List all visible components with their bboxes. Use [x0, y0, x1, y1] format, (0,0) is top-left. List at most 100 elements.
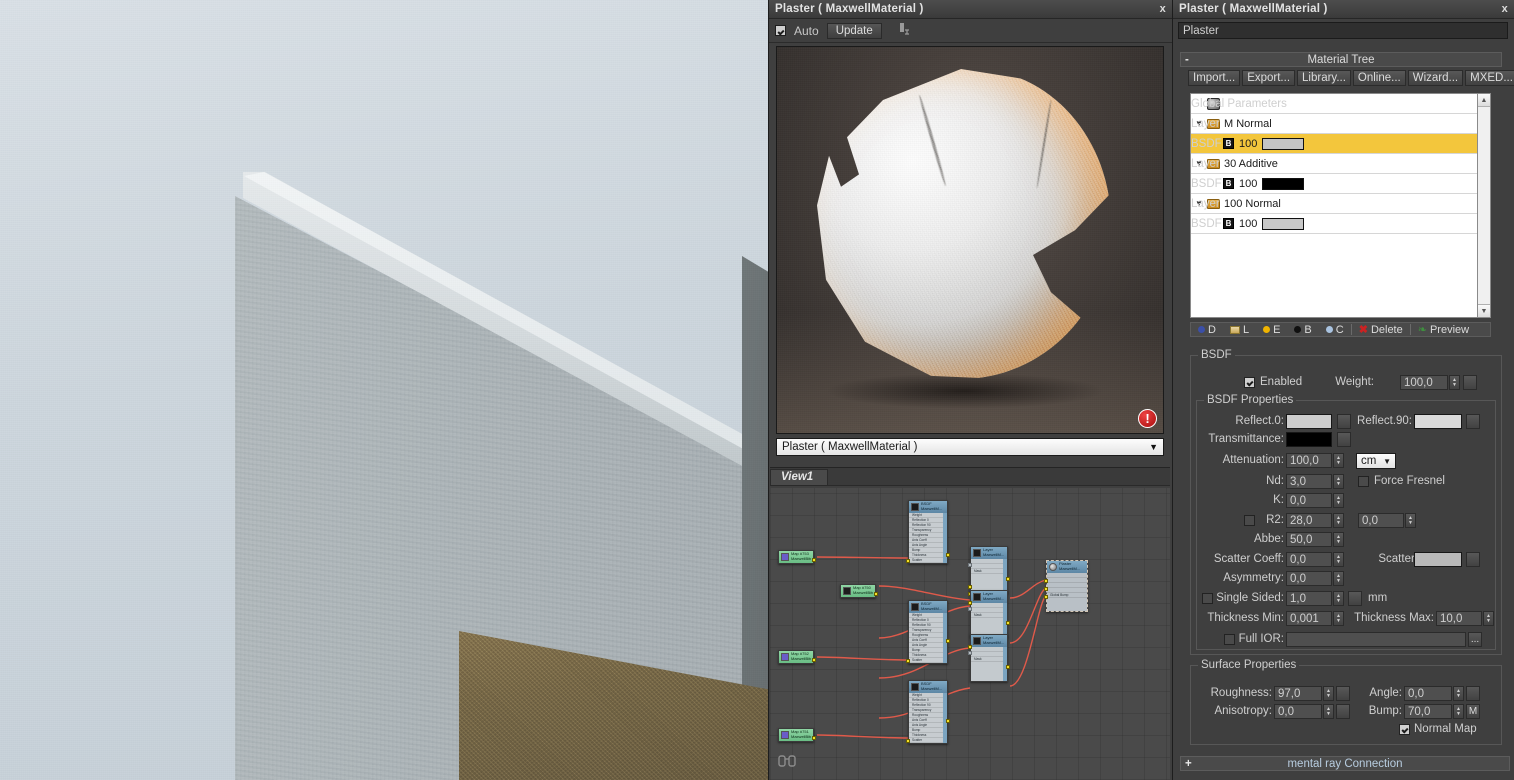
- scatter-swatch[interactable]: [1414, 552, 1462, 567]
- roughness-input[interactable]: 97,0: [1274, 686, 1322, 701]
- tree-row-layer-2[interactable]: ▼ Layer 30 Additive: [1191, 154, 1477, 174]
- node-input-port-bump[interactable]: [906, 739, 910, 743]
- tree-row-swatch[interactable]: [1262, 177, 1305, 190]
- node-output-port[interactable]: [1006, 621, 1010, 625]
- node-map[interactable]: Map #753MaxwellBitmap: [778, 550, 816, 564]
- transmittance-swatch[interactable]: [1286, 432, 1332, 447]
- legend-d[interactable]: D: [1191, 324, 1223, 336]
- node-input-port-a[interactable]: [968, 601, 972, 605]
- roughness-map-button[interactable]: [1336, 686, 1350, 701]
- node-input-port-3[interactable]: [1044, 595, 1048, 599]
- attenuation-unit-select[interactable]: cm ▼: [1356, 453, 1396, 469]
- reflect90-swatch[interactable]: [1414, 414, 1462, 429]
- abbe-input[interactable]: 50,0: [1286, 532, 1332, 547]
- force-fresnel-checkbox[interactable]: [1358, 476, 1369, 487]
- material-tree-rollup-header[interactable]: - Material Tree: [1180, 52, 1502, 67]
- tree-row-swatch[interactable]: [1262, 217, 1305, 230]
- material-tree-scrollbar[interactable]: ▲ ▼: [1478, 93, 1491, 318]
- node-layer[interactable]: Layer MaxwellM... Mask: [968, 546, 1010, 596]
- node-map[interactable]: Map #750MaxwellBitmap: [840, 584, 878, 598]
- k-spinner[interactable]: ▲ ▼: [1333, 493, 1344, 508]
- node-bsdf[interactable]: BSDF MaxwellM... Weight Reflection 0 Refl…: [906, 600, 950, 664]
- wizard-button[interactable]: Wizard...: [1407, 70, 1464, 86]
- export-button[interactable]: Export...: [1242, 70, 1296, 86]
- node-input-port[interactable]: [968, 651, 972, 655]
- scatter-map-button[interactable]: [1466, 552, 1480, 567]
- close-icon[interactable]: x: [1160, 3, 1166, 15]
- update-button[interactable]: Update: [826, 22, 882, 39]
- node-output-port[interactable]: [946, 639, 950, 643]
- node-input-port[interactable]: [968, 563, 972, 567]
- binoculars-icon[interactable]: [778, 754, 796, 768]
- bump-spinner[interactable]: ▲ ▼: [1453, 704, 1464, 719]
- node-material-output[interactable]: Plaster MaxwellM... Global Bump: [1044, 560, 1088, 612]
- r2-checkbox[interactable]: [1244, 515, 1255, 526]
- node-map[interactable]: Map #752MaxwellBitmap: [778, 650, 816, 664]
- nd-spinner[interactable]: ▲ ▼: [1333, 474, 1344, 489]
- transmittance-map-button[interactable]: [1337, 432, 1351, 447]
- node-input-port-a[interactable]: [968, 585, 972, 589]
- tree-row-bsdf-3[interactable]: B BSDF 100: [1191, 214, 1477, 234]
- single-sided-spinner[interactable]: ▲ ▼: [1333, 591, 1344, 606]
- delete-button[interactable]: ✖ Delete: [1352, 323, 1410, 337]
- asymmetry-spinner[interactable]: ▲ ▼: [1333, 571, 1344, 586]
- node-output-port[interactable]: [1006, 577, 1010, 581]
- reflect0-swatch[interactable]: [1286, 414, 1332, 429]
- online-button[interactable]: Online...: [1352, 70, 1406, 86]
- auto-checkbox[interactable]: [775, 25, 786, 36]
- legend-b[interactable]: B: [1287, 324, 1318, 336]
- r2-input[interactable]: 28,0: [1286, 513, 1332, 528]
- material-tree-list[interactable]: Global Parameters ▼ Layer M Normal B BSD…: [1190, 93, 1478, 318]
- anisotropy-map-button[interactable]: [1336, 704, 1350, 719]
- node-bsdf[interactable]: BSDF MaxwellM... Weight Reflection 0 Refl…: [906, 680, 950, 744]
- node-input-port-a[interactable]: [968, 645, 972, 649]
- node-map[interactable]: Map #751MaxwellBitmap: [778, 728, 816, 742]
- single-sided-input[interactable]: 1,0: [1286, 591, 1332, 606]
- enabled-checkbox[interactable]: [1244, 377, 1255, 388]
- abbe-spinner[interactable]: ▲ ▼: [1333, 532, 1344, 547]
- library-button[interactable]: Library...: [1297, 70, 1351, 86]
- bump-map-button[interactable]: M: [1466, 704, 1480, 719]
- node-output-port[interactable]: [946, 719, 950, 723]
- node-output-port[interactable]: [1006, 665, 1010, 669]
- single-sided-checkbox[interactable]: [1202, 593, 1213, 604]
- single-sided-map-button[interactable]: [1348, 591, 1362, 606]
- weight-map-button[interactable]: [1463, 375, 1477, 390]
- legend-c[interactable]: C: [1319, 324, 1351, 336]
- weight-input[interactable]: 100,0: [1400, 375, 1448, 390]
- column-resize-icon[interactable]: [896, 22, 910, 39]
- tree-row-bsdf-2[interactable]: B BSDF 100: [1191, 174, 1477, 194]
- preview-button[interactable]: ❧ Preview: [1411, 323, 1476, 337]
- material-name-input[interactable]: Plaster: [1178, 22, 1508, 39]
- r2-spinner[interactable]: ▲ ▼: [1333, 513, 1344, 528]
- bump-input[interactable]: 70,0: [1404, 704, 1452, 719]
- node-layer[interactable]: Layer MaxwellM... Mask: [968, 590, 1010, 638]
- angle-spinner[interactable]: ▲ ▼: [1453, 686, 1464, 701]
- node-output-port[interactable]: [812, 558, 816, 562]
- scroll-down-icon[interactable]: ▼: [1478, 304, 1490, 317]
- reflect90-map-button[interactable]: [1466, 414, 1480, 429]
- anisotropy-input[interactable]: 0,0: [1274, 704, 1322, 719]
- tree-row-global-parameters[interactable]: Global Parameters: [1191, 94, 1477, 114]
- nd-input[interactable]: 3,0: [1286, 474, 1332, 489]
- node-output-port[interactable]: [946, 553, 950, 557]
- node-layer[interactable]: Layer MaxwellM... Mask: [968, 634, 1010, 682]
- legend-e[interactable]: E: [1256, 324, 1287, 336]
- roughness-spinner[interactable]: ▲ ▼: [1323, 686, 1334, 701]
- thickness-min-input[interactable]: 0,001: [1286, 611, 1332, 626]
- normal-map-checkbox[interactable]: [1399, 724, 1410, 735]
- legend-l[interactable]: L: [1223, 324, 1256, 336]
- node-output-port[interactable]: [812, 658, 816, 662]
- mental-ray-rollup-header[interactable]: + mental ray Connection: [1180, 756, 1510, 771]
- weight-spinner[interactable]: ▲ ▼: [1449, 375, 1460, 390]
- thickness-min-spinner[interactable]: ▲ ▼: [1333, 611, 1344, 626]
- scatter-coeff-input[interactable]: 0,0: [1286, 552, 1332, 567]
- attenuation-spinner[interactable]: ▲ ▼: [1333, 453, 1344, 468]
- node-output-port[interactable]: [874, 592, 878, 596]
- tree-row-swatch[interactable]: [1262, 137, 1305, 150]
- node-input-port[interactable]: [968, 607, 972, 611]
- scroll-up-icon[interactable]: ▲: [1478, 94, 1490, 107]
- tab-view1[interactable]: View1: [770, 469, 829, 485]
- close-icon[interactable]: x: [1502, 3, 1508, 15]
- tree-row-bsdf-1[interactable]: B BSDF 100: [1191, 134, 1477, 154]
